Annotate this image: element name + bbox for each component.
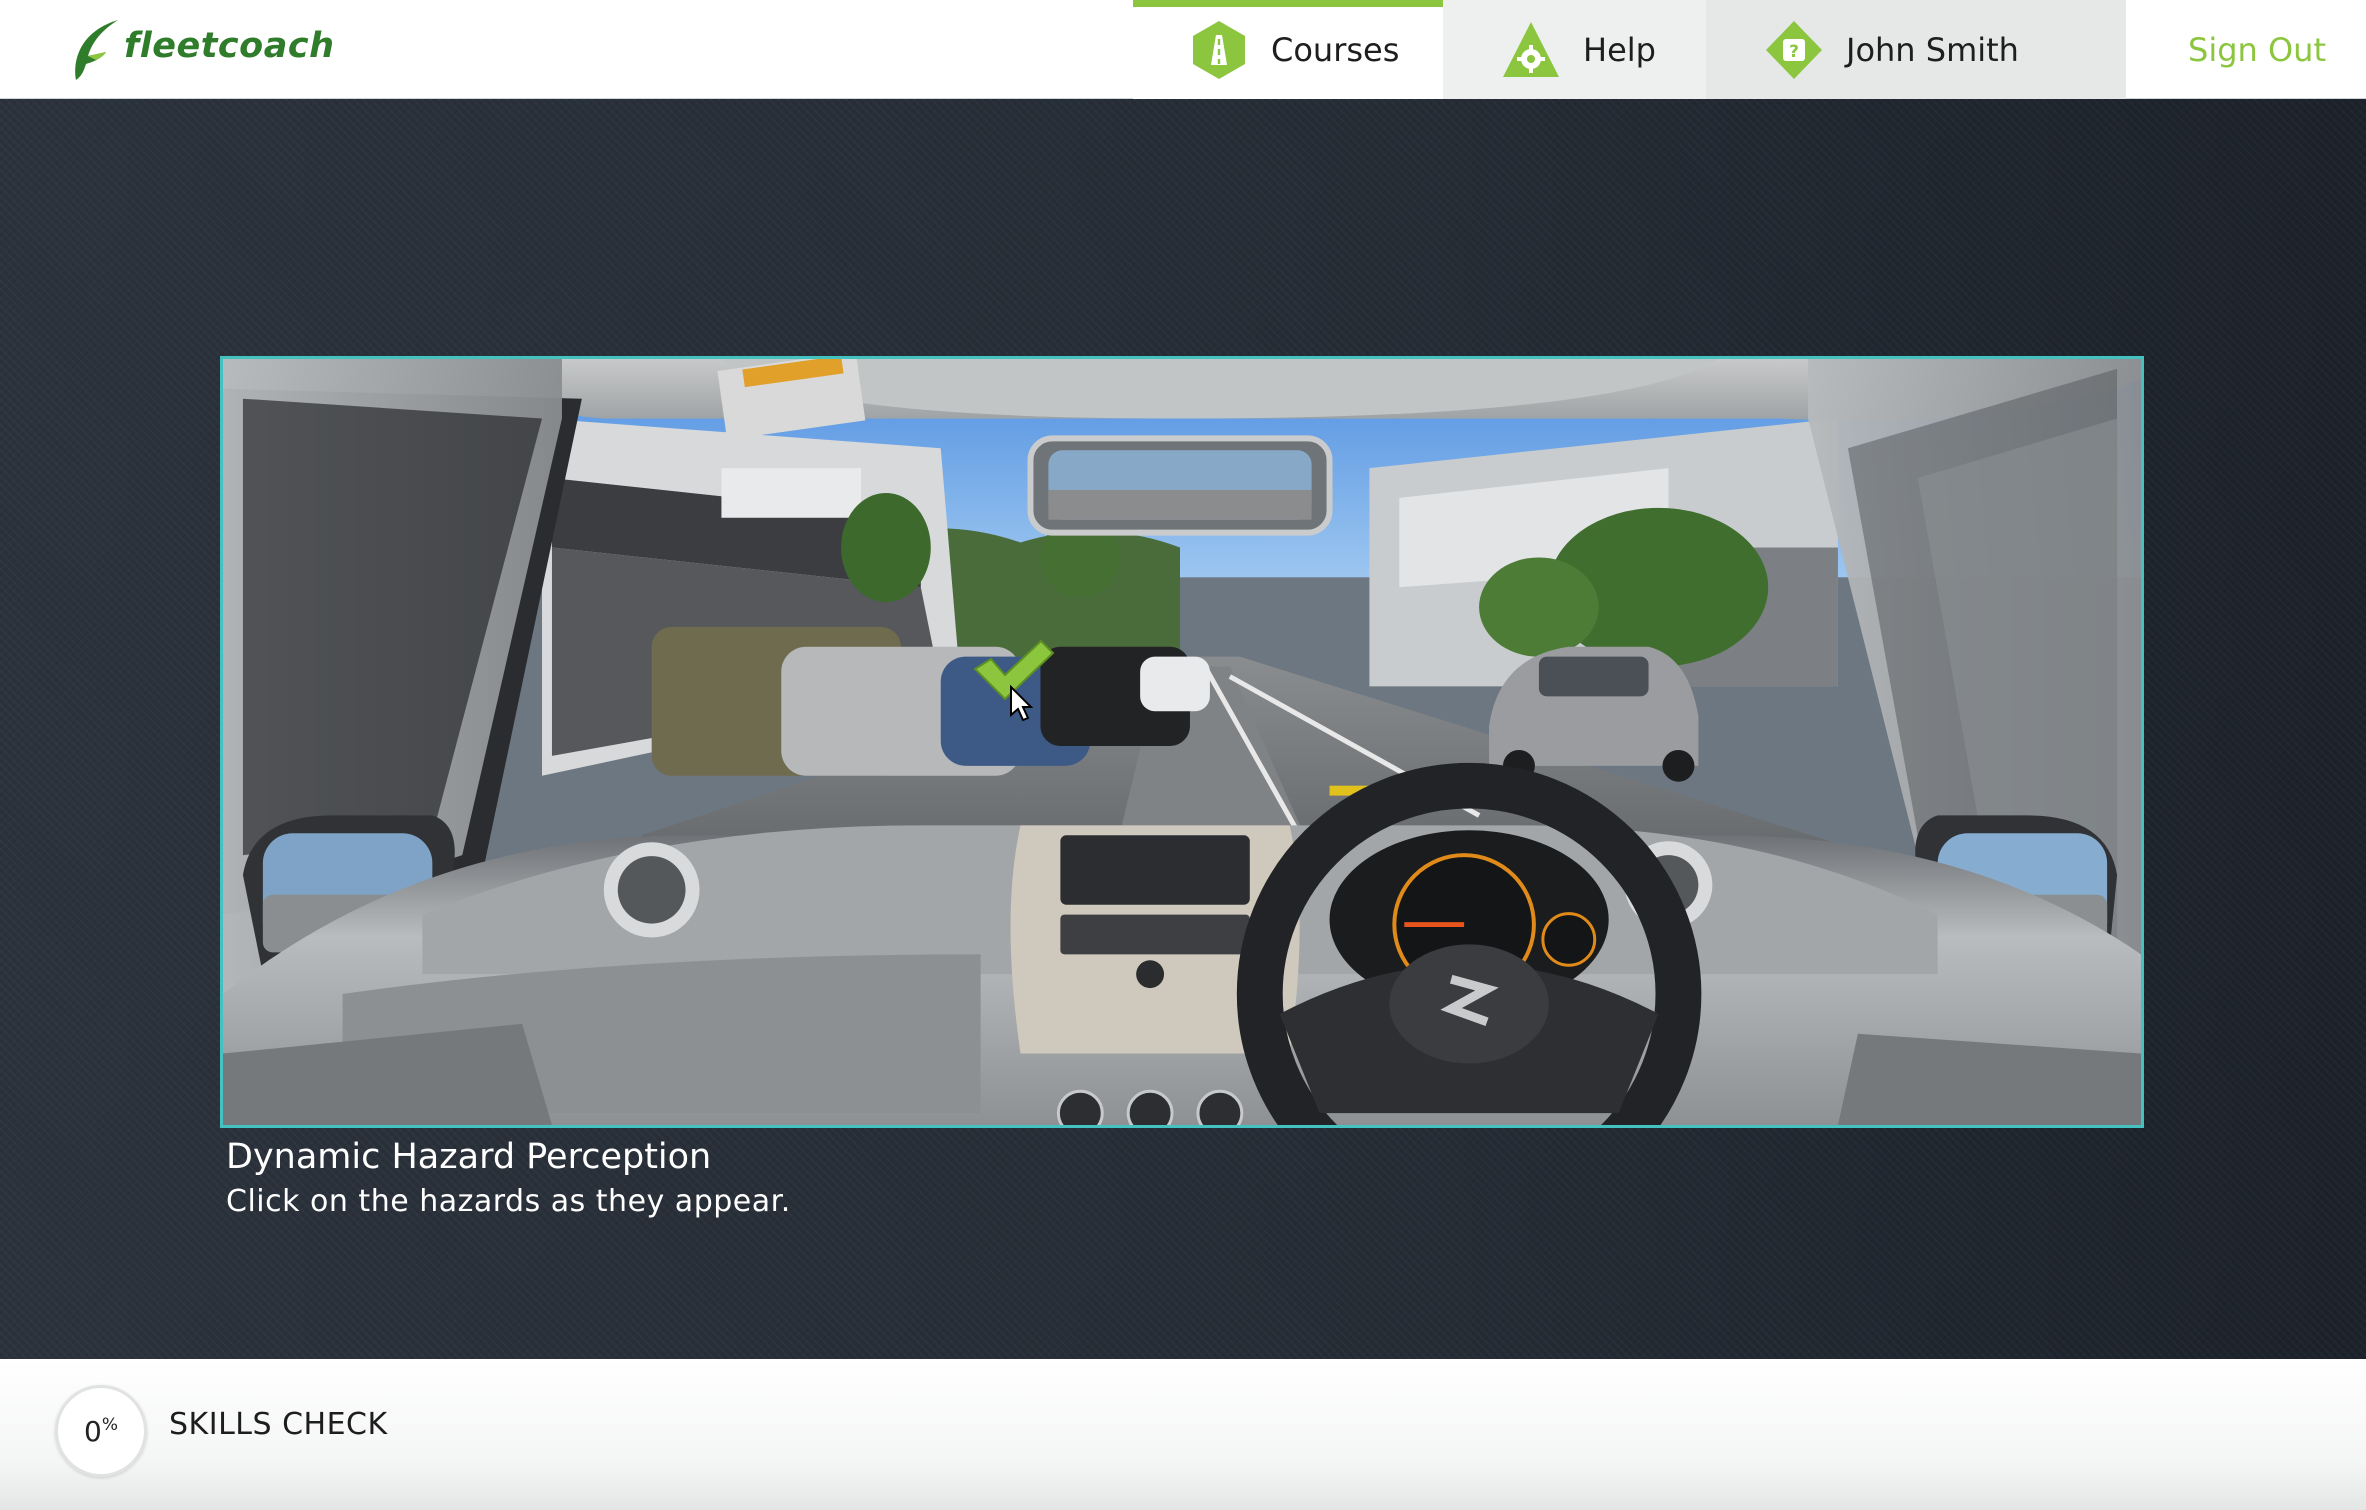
nav-help[interactable]: Help	[1443, 0, 1706, 99]
nav-help-label: Help	[1583, 30, 1656, 69]
progress-indicator: 0%	[55, 1385, 147, 1477]
leaf-logo-icon	[75, 20, 118, 80]
gear-icon	[1503, 21, 1559, 77]
svg-text:?: ?	[1789, 42, 1799, 62]
footer-bar: 0% SKILLS CHECK	[0, 1359, 2366, 1510]
nav-courses-label: Courses	[1271, 30, 1400, 69]
sign-out-link[interactable]: Sign Out	[2188, 0, 2326, 99]
top-header: fleetcoach Courses Help ? John Smith Sig…	[0, 0, 2366, 99]
module-title: SKILLS CHECK	[169, 1407, 388, 1442]
fleetcoach-logo[interactable]: fleetcoach	[66, 16, 335, 82]
mouse-cursor-icon	[1010, 685, 1033, 722]
question-icon: ?	[1766, 20, 1822, 79]
dashcam-scene	[223, 359, 2141, 1125]
activity-title: Dynamic Hazard Perception	[226, 1137, 712, 1177]
activity-stage: Dynamic Hazard Perception Click on the h…	[0, 99, 2366, 1458]
brand-name: fleetcoach	[124, 26, 335, 66]
hazard-video[interactable]	[220, 356, 2144, 1128]
nav-courses[interactable]: Courses	[1133, 0, 1443, 99]
nav-user-label: John Smith	[1846, 30, 2019, 69]
progress-value: 0	[84, 1414, 102, 1448]
activity-instruction: Click on the hazards as they appear.	[226, 1184, 791, 1219]
road-sign-icon	[1193, 20, 1245, 79]
nav-user-profile[interactable]: ? John Smith	[1706, 0, 2126, 99]
progress-unit: %	[101, 1414, 118, 1435]
